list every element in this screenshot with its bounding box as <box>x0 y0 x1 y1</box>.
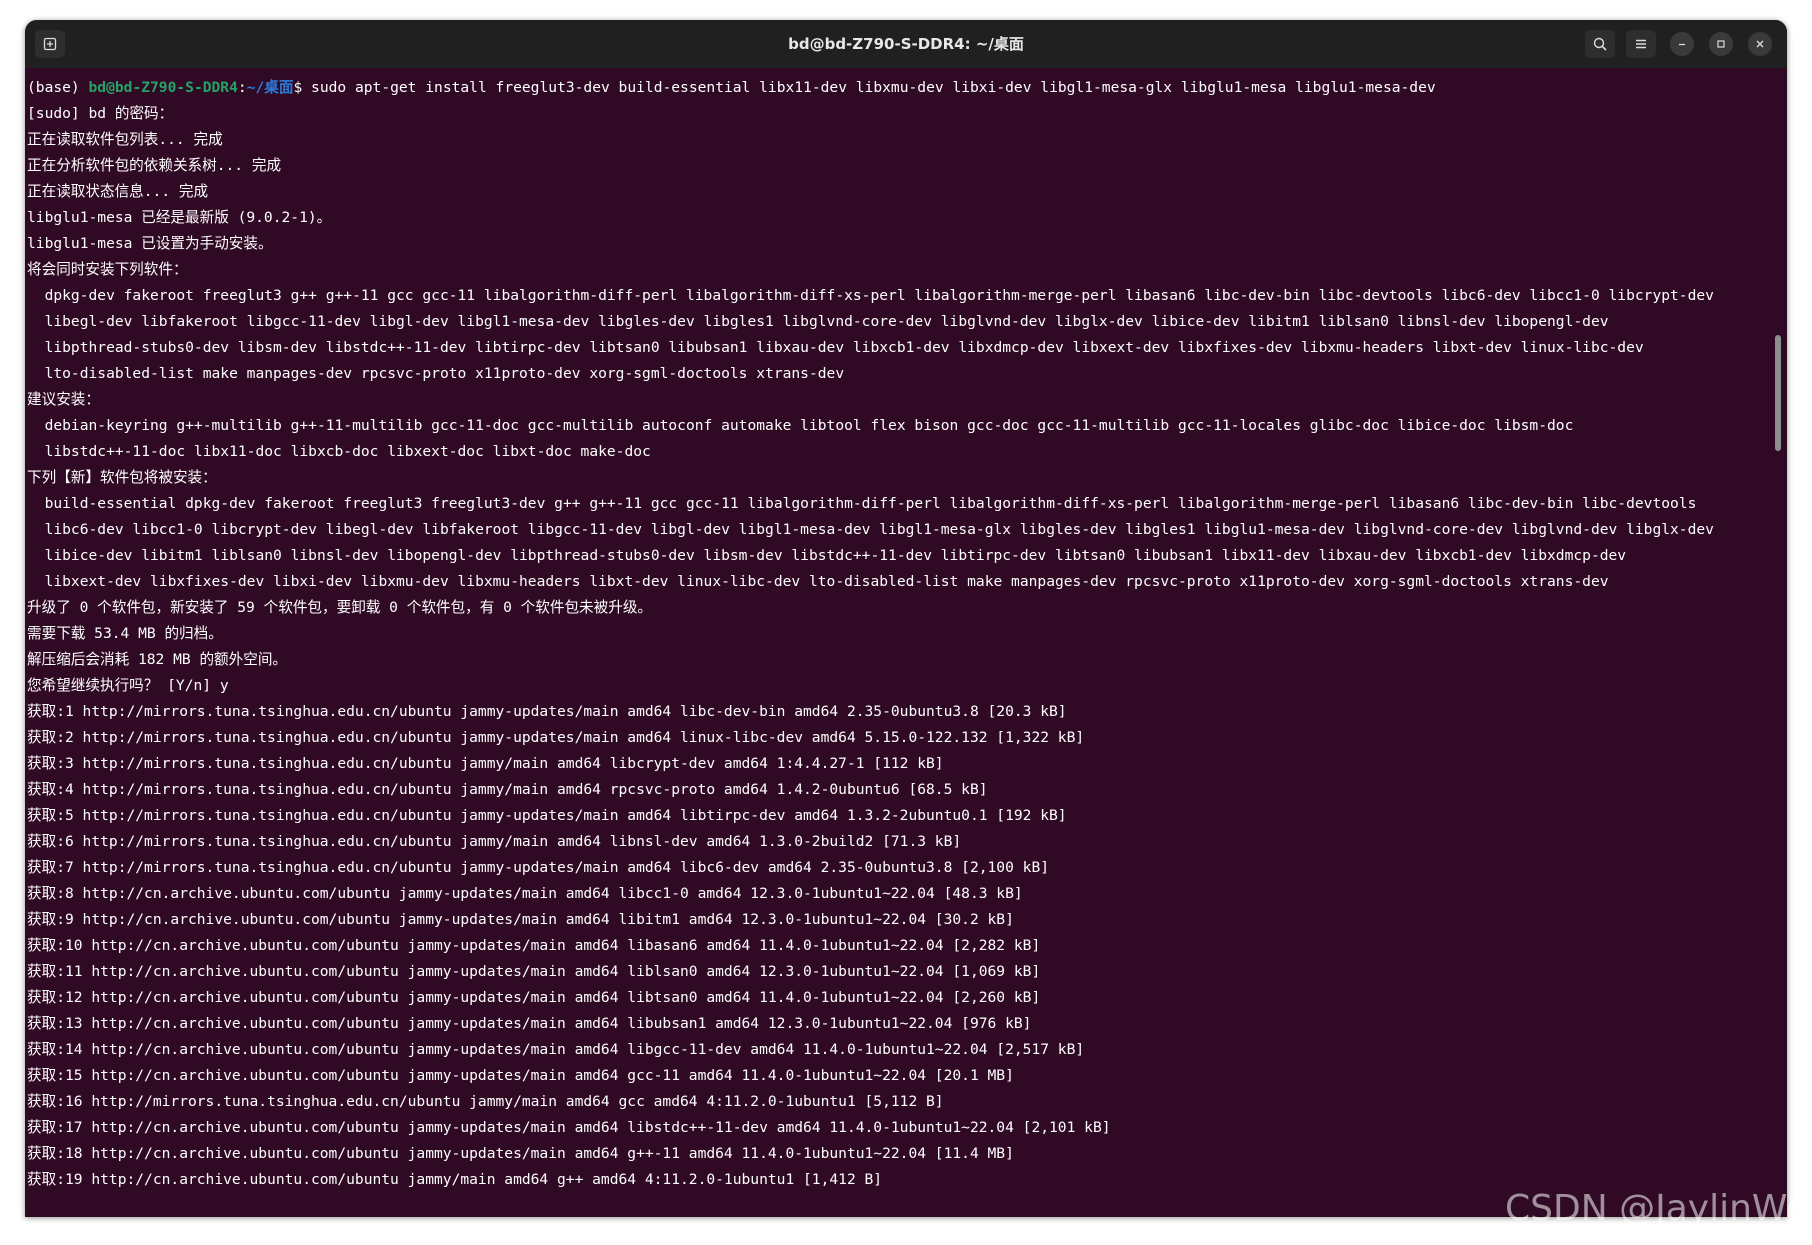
window-title: bd@bd-Z790-S-DDR4: ~/桌面 <box>788 35 1024 53</box>
prompt-dollar: $ <box>293 79 312 96</box>
output-line: libpthread-stubs0-dev libsm-dev libstdc+… <box>27 339 1644 356</box>
output-line: 获取:10 http://cn.archive.ubuntu.com/ubunt… <box>27 937 1041 954</box>
search-icon <box>1593 37 1607 51</box>
output-line: 获取:8 http://cn.archive.ubuntu.com/ubuntu… <box>27 885 1023 902</box>
output-line: 将会同时安装下列软件： <box>27 261 188 278</box>
watermark: CSDN @JaylinWong <box>1505 1188 1812 1229</box>
output-line: 解压缩后会消耗 182 MB 的额外空间。 <box>27 651 288 668</box>
minimize-icon <box>1679 43 1685 46</box>
prompt-command: sudo apt-get install freeglut3-dev build… <box>311 79 1436 96</box>
prompt-path: ~/桌面 <box>246 79 294 96</box>
scrollbar-thumb[interactable] <box>1775 335 1781 451</box>
output-line: 获取:9 http://cn.archive.ubuntu.com/ubuntu… <box>27 911 1014 928</box>
menu-button[interactable] <box>1626 30 1656 58</box>
output-line: 获取:1 http://mirrors.tuna.tsinghua.edu.cn… <box>27 703 1067 720</box>
close-icon <box>1756 40 1764 48</box>
prompt-user-host: bd@bd-Z790-S-DDR4 <box>88 79 238 96</box>
output-line: 获取:15 http://cn.archive.ubuntu.com/ubunt… <box>27 1067 1014 1084</box>
output-line: libglu1-mesa 已经是最新版 (9.0.2-1)。 <box>27 209 332 226</box>
close-button[interactable] <box>1748 32 1772 56</box>
output-line: 获取:18 http://cn.archive.ubuntu.com/ubunt… <box>27 1145 1014 1162</box>
output-line: libxext-dev libxfixes-dev libxi-dev libx… <box>27 573 1609 590</box>
output-line: 下列【新】软件包将被安装： <box>27 469 217 486</box>
prompt-env: (base) <box>27 79 89 96</box>
output-line: 需要下载 53.4 MB 的归档。 <box>27 625 223 642</box>
output-line: debian-keyring g++-multilib g++-11-multi… <box>27 417 1574 434</box>
output-line: 获取:3 http://mirrors.tuna.tsinghua.edu.cn… <box>27 755 944 772</box>
output-line: libc6-dev libcc1-0 libcrypt-dev libegl-d… <box>27 521 1714 538</box>
output-line: 升级了 0 个软件包，新安装了 59 个软件包，要卸载 0 个软件包，有 0 个… <box>27 599 653 616</box>
output-line: 获取:13 http://cn.archive.ubuntu.com/ubunt… <box>27 1015 1032 1032</box>
output-line: build-essential dpkg-dev fakeroot freegl… <box>27 495 1697 512</box>
title-bar[interactable]: bd@bd-Z790-S-DDR4: ~/桌面 <box>25 20 1787 68</box>
output-line: lto-disabled-list make manpages-dev rpcs… <box>27 365 845 382</box>
output-line: 获取:2 http://mirrors.tuna.tsinghua.edu.cn… <box>27 729 1085 746</box>
search-button[interactable] <box>1585 30 1615 58</box>
output-line: libstdc++-11-doc libx11-doc libxcb-doc l… <box>27 443 651 460</box>
output-line: 获取:11 http://cn.archive.ubuntu.com/ubunt… <box>27 963 1041 980</box>
output-line: 获取:17 http://cn.archive.ubuntu.com/ubunt… <box>27 1119 1111 1136</box>
output-line: 获取:4 http://mirrors.tuna.tsinghua.edu.cn… <box>27 781 988 798</box>
output-line: 您希望继续执行吗？ [Y/n] y <box>27 677 229 694</box>
maximize-icon <box>1717 40 1725 48</box>
terminal-output[interactable]: (base) bd@bd-Z790-S-DDR4:~/桌面$ sudo apt-… <box>27 75 1765 1217</box>
scrollbar[interactable] <box>1773 75 1783 1217</box>
output-line: dpkg-dev fakeroot freeglut3 g++ g++-11 g… <box>27 287 1714 304</box>
output-line: 获取:12 http://cn.archive.ubuntu.com/ubunt… <box>27 989 1041 1006</box>
output-line: 获取:14 http://cn.archive.ubuntu.com/ubunt… <box>27 1041 1085 1058</box>
prompt-line: (base) bd@bd-Z790-S-DDR4:~/桌面$ sudo apt-… <box>27 75 1765 101</box>
output-line: libice-dev libitm1 liblsan0 libnsl-dev l… <box>27 547 1627 564</box>
output-line: 获取:16 http://mirrors.tuna.tsinghua.edu.c… <box>27 1093 944 1110</box>
output-line: 正在读取软件包列表... 完成 <box>27 131 223 148</box>
output-line: 正在读取状态信息... 完成 <box>27 183 209 200</box>
output-line: 获取:7 http://mirrors.tuna.tsinghua.edu.cn… <box>27 859 1050 876</box>
output-line: libegl-dev libfakeroot libgcc-11-dev lib… <box>27 313 1609 330</box>
output-line: 正在分析软件包的依赖关系树... 完成 <box>27 157 282 174</box>
maximize-button[interactable] <box>1709 32 1733 56</box>
output-line: libglu1-mesa 已设置为手动安装。 <box>27 235 273 252</box>
minimize-button[interactable] <box>1670 32 1694 56</box>
hamburger-menu-icon <box>1636 39 1646 49</box>
output-line: 获取:5 http://mirrors.tuna.tsinghua.edu.cn… <box>27 807 1067 824</box>
output-line: 获取:6 http://mirrors.tuna.tsinghua.edu.cn… <box>27 833 962 850</box>
output-line: [sudo] bd 的密码： <box>27 105 174 122</box>
prompt-separator: : <box>237 79 247 96</box>
terminal-window: bd@bd-Z790-S-DDR4: ~/桌面 (base) bd@bd-Z79… <box>25 20 1787 1217</box>
output-line: 建议安装： <box>27 391 100 408</box>
